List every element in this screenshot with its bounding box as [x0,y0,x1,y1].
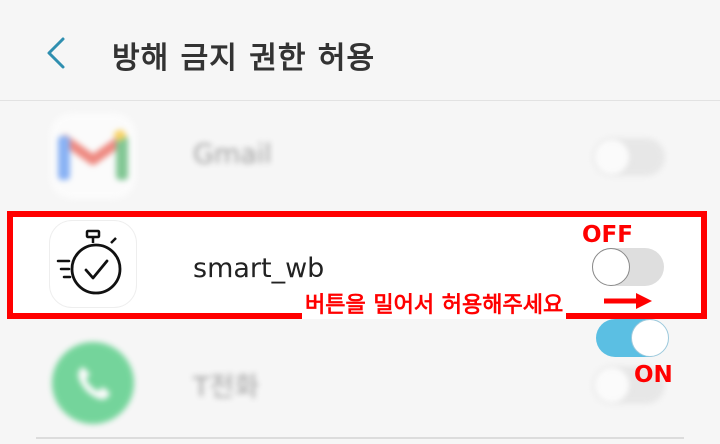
toggle-knob [593,366,631,404]
gmail-icon [50,113,136,199]
stopwatch-check-icon [50,221,136,307]
toggle-knob [593,138,631,176]
smart-wb-toggle[interactable] [592,248,664,286]
off-label: OFF [582,222,633,248]
toggle-knob [592,248,630,286]
demo-toggle-on [596,319,669,357]
app-name: T전화 [193,372,260,403]
header-divider [0,100,720,101]
toggle-knob [631,319,669,357]
list-divider [36,437,684,439]
back-button[interactable] [36,28,76,78]
app-name: smart_wb [193,253,325,284]
chevron-left-icon [47,37,65,69]
phone-icon [52,342,134,424]
app-row-gmail[interactable]: Gmail [0,103,720,213]
on-label: ON [634,362,673,388]
page-title: 방해 금지 권한 허용 [112,41,376,76]
app-name: Gmail [193,139,272,170]
app-bar: 방해 금지 권한 허용 [0,0,720,100]
instruction-text: 버튼을 밀어서 허용해주세요 [302,287,567,319]
right-arrow-icon [604,293,652,309]
gmail-toggle[interactable] [593,138,665,176]
